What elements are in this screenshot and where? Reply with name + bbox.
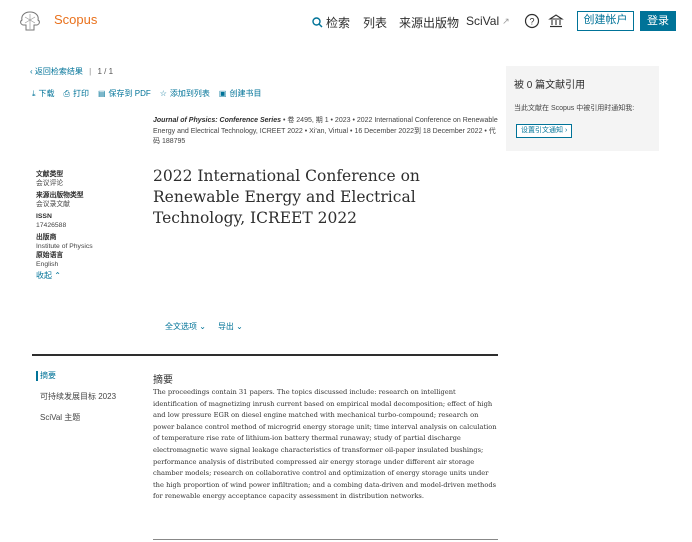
print-label: 打印 xyxy=(72,89,89,98)
create-bibliography-label: 创建书目 xyxy=(229,89,262,98)
nav-sources[interactable]: 来源出版物 xyxy=(399,14,459,31)
source-info: Journal of Physics: Conference Series • … xyxy=(153,116,498,148)
chevron-up-icon: ⌃ xyxy=(54,271,61,280)
download-icon: ⤓ xyxy=(32,88,36,98)
section-nav-abstract[interactable]: 摘要 xyxy=(36,371,116,381)
export-button[interactable]: 导出 ⌄ xyxy=(218,321,243,332)
source-type-label: 来源出版物类型 xyxy=(36,192,84,199)
collapse-label: 收起 xyxy=(36,271,52,280)
save-pdf-button[interactable]: ▤ 保存到 PDF xyxy=(98,88,151,99)
chevron-right-icon: › xyxy=(564,127,568,134)
chevron-down-icon: ⌄ xyxy=(199,322,206,331)
doc-type-value: 会议评论 xyxy=(36,180,64,187)
chevron-down-icon: ⌄ xyxy=(236,322,243,331)
issn-label: ISSN xyxy=(36,213,52,220)
nav-lists[interactable]: 列表 xyxy=(363,14,387,31)
divider: | xyxy=(89,67,92,76)
section-nav-sdg[interactable]: 可持续发展目标 2023 xyxy=(36,392,116,402)
language-label: 原始语言 xyxy=(36,252,64,259)
collapse-toggle[interactable]: 收起 ⌃ xyxy=(36,271,136,280)
add-to-list-button[interactable]: ☆ 添加到列表 xyxy=(160,88,210,99)
print-button[interactable]: ⎙ 打印 xyxy=(64,88,89,99)
back-to-results: ‹ 返回检索结果 | 1 / 1 xyxy=(30,66,113,77)
nav-scival[interactable]: SciVal ↗ xyxy=(466,14,510,28)
section-nav-scival-topics[interactable]: SciVal 主题 xyxy=(36,413,116,423)
institution-icon[interactable] xyxy=(548,13,564,29)
doc-type-label: 文献类型 xyxy=(36,171,64,178)
download-label: 下载 xyxy=(38,89,55,98)
print-icon: ⎙ xyxy=(63,88,70,98)
abstract-heading: 摘要 xyxy=(153,375,173,386)
publisher-label: 出版商 xyxy=(36,234,57,241)
fulltext-export-bar: 全文选项 ⌄ 导出 ⌄ xyxy=(165,321,243,332)
elsevier-logo-icon[interactable] xyxy=(16,9,44,33)
source-type-value: 会议录文献 xyxy=(36,201,70,208)
abstract-divider xyxy=(153,539,498,540)
result-page-indicator: 1 / 1 xyxy=(97,67,114,76)
citation-panel: 被 0 篇文献引用 当此文献在 Scopus 中被引用时通知我: 设置引文通知 … xyxy=(506,66,659,151)
search-icon xyxy=(312,17,323,28)
journal-link[interactable]: Journal of Physics: Conference Series xyxy=(153,117,281,124)
language-value: English xyxy=(36,261,59,268)
external-link-icon: ↗ xyxy=(502,15,510,26)
nav-scival-label: SciVal xyxy=(466,14,500,28)
back-link[interactable]: 返回检索结果 xyxy=(35,67,83,76)
issn-value: 17426588 xyxy=(36,222,67,229)
section-nav: 摘要 可持续发展目标 2023 SciVal 主题 xyxy=(36,371,116,434)
document-metadata: 文献类型 会议评论 来源出版物类型 会议录文献 ISSN 17426588 出版… xyxy=(36,170,136,280)
chevron-left-icon: ‹ xyxy=(30,67,33,76)
fulltext-options-label: 全文选项 xyxy=(165,322,197,331)
document-actions: ⤓ 下载 ⎙ 打印 ▤ 保存到 PDF ☆ 添加到列表 ▣ 创建书目 xyxy=(32,88,261,99)
pdf-icon: ▤ xyxy=(97,89,106,98)
svg-text:?: ? xyxy=(529,17,534,27)
section-divider xyxy=(32,354,498,356)
scopus-brand[interactable]: Scopus xyxy=(54,12,97,27)
add-to-list-label: 添加到列表 xyxy=(169,89,210,98)
export-label: 导出 xyxy=(217,322,234,331)
bibliography-icon: ▣ xyxy=(218,89,227,98)
login-button[interactable]: 登录 xyxy=(640,11,676,31)
fulltext-options-button[interactable]: 全文选项 ⌄ xyxy=(165,321,206,332)
set-citation-alert-button[interactable]: 设置引文通知 › xyxy=(516,124,573,138)
top-header: Scopus 检索 列表 来源出版物 SciVal ↗ ? 创建帐户 登录 xyxy=(0,0,692,42)
abstract-text: The proceedings contain 31 papers. The t… xyxy=(153,388,497,501)
citation-alert-description: 当此文献在 Scopus 中被引用时通知我: xyxy=(514,105,635,112)
help-icon[interactable]: ? xyxy=(524,13,540,29)
save-pdf-label: 保存到 PDF xyxy=(108,89,151,98)
set-citation-alert-label: 设置引文通知 xyxy=(521,127,563,134)
download-button[interactable]: ⤓ 下载 xyxy=(32,88,55,99)
nav-search[interactable]: 检索 xyxy=(312,14,350,31)
star-icon: ☆ xyxy=(159,89,167,98)
cited-by-count: 被 0 篇文献引用 xyxy=(514,80,586,91)
nav-search-label: 检索 xyxy=(326,16,351,30)
create-bibliography-button[interactable]: ▣ 创建书目 xyxy=(219,88,262,99)
document-title: 2022 International Conference on Renewab… xyxy=(153,167,420,227)
create-account-button[interactable]: 创建帐户 xyxy=(577,11,634,31)
publisher-value: Institute of Physics xyxy=(36,243,93,250)
